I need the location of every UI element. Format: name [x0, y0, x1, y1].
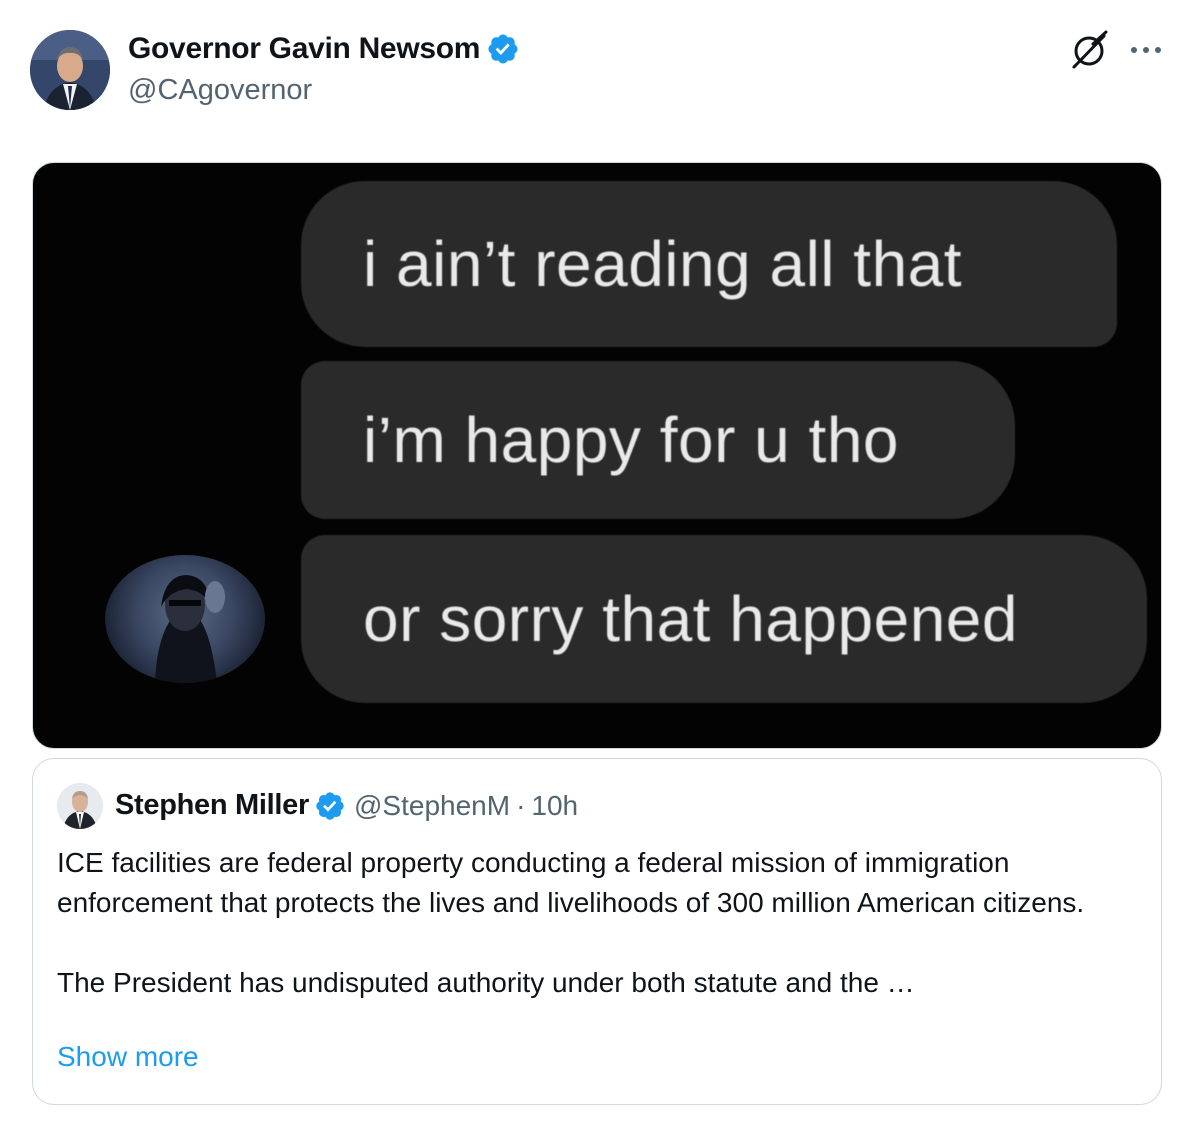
quoted-header: Stephen Miller @StephenM · 10h — [115, 789, 578, 822]
message-bubble-text: i ain’t reading all that — [363, 228, 963, 300]
separator-dot: · — [516, 789, 526, 821]
author-name-row[interactable]: Governor Gavin Newsom — [128, 32, 520, 66]
quoted-handle: @StephenM — [354, 789, 511, 821]
show-more-link[interactable]: Show more — [57, 1041, 199, 1073]
quoted-paragraph-1: ICE facilities are federal property cond… — [57, 847, 1085, 918]
message-bubble: i ain’t reading all that — [301, 181, 1117, 347]
author-display-name[interactable]: Governor Gavin Newsom — [128, 32, 480, 66]
quoted-paragraph-2: The President has undisputed authority u… — [57, 967, 915, 998]
more-options-icon[interactable] — [1126, 30, 1166, 70]
verified-badge-icon — [314, 790, 346, 822]
tweet: Governor Gavin Newsom @CAgovernor i ain’… — [0, 0, 1196, 1134]
message-bubble-text: i’m happy for u tho — [363, 404, 899, 476]
quoted-timestamp: 10h — [531, 789, 579, 821]
quoted-tweet-text: ICE facilities are federal property cond… — [57, 843, 1137, 1003]
message-bubble-text: or sorry that happened — [363, 583, 1018, 655]
quoted-tweet[interactable]: Stephen Miller @StephenM · 10h ICE facil… — [32, 758, 1162, 1105]
message-bubble: i’m happy for u tho — [301, 361, 1015, 519]
message-sender-avatar — [105, 555, 265, 683]
message-bubble: or sorry that happened — [301, 535, 1147, 703]
author-handle[interactable]: @CAgovernor — [128, 74, 312, 107]
quoted-author-avatar[interactable] — [57, 783, 103, 829]
author-avatar[interactable] — [30, 30, 110, 110]
verified-badge-icon[interactable] — [486, 32, 520, 66]
tweet-media-image[interactable]: i ain’t reading all that i’m happy for u… — [32, 162, 1162, 749]
quoted-display-name: Stephen Miller — [115, 789, 309, 821]
grok-icon[interactable] — [1068, 30, 1110, 72]
